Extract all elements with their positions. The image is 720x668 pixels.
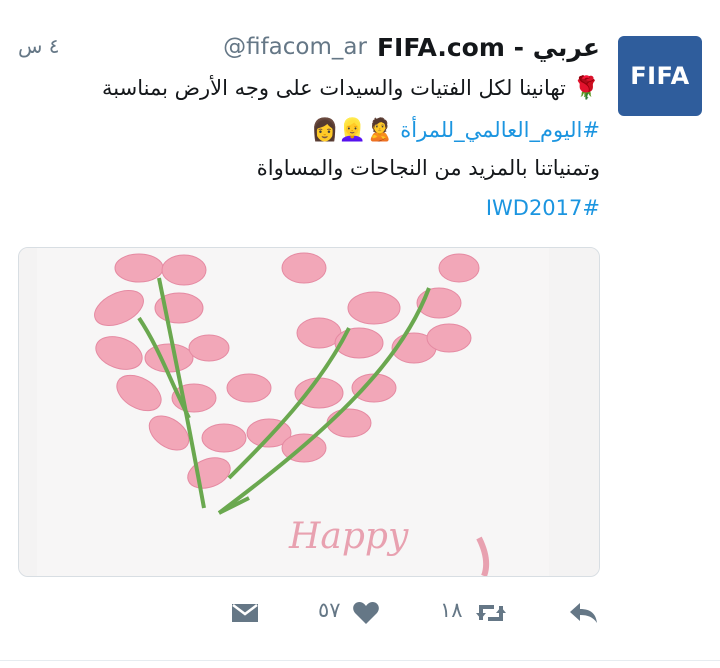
tweet-media-image[interactable]: Happy	[18, 247, 600, 577]
like-count: ٥٧	[318, 598, 341, 622]
women-emojis: 🙎👱‍♀️👩	[311, 118, 394, 143]
tweet-actions: ٥٧ ١٨	[0, 590, 720, 640]
tweet-text-line-2: #اليوم_العالمي_للمرأة 🙎👱‍♀️👩	[60, 110, 600, 151]
tweet[interactable]: ٤ س @fifacom_ar FIFA.com - عربي FIFA 🌹 ت…	[0, 0, 720, 668]
like-icon[interactable]	[352, 600, 380, 630]
tweet-text-line-3: وتمنياتنا بالمزيد من النجاحات والمساواة	[60, 148, 600, 188]
avatar[interactable]: FIFA	[618, 36, 702, 116]
direct-message-icon[interactable]	[230, 600, 260, 630]
tweet-header: @fifacom_ar FIFA.com - عربي	[223, 30, 600, 64]
divider	[0, 660, 720, 661]
tweet-text: وتمنياتنا بالمزيد من النجاحات والمساواة	[256, 156, 600, 180]
tweet-timestamp[interactable]: ٤ س	[18, 34, 60, 58]
hashtag-link[interactable]: #اليوم_العالمي_للمرأة	[400, 118, 600, 142]
retweet-icon[interactable]	[474, 600, 508, 630]
media-text: Happy	[288, 516, 409, 557]
user-display-name[interactable]: FIFA.com - عربي	[377, 33, 600, 62]
tweet-text-line-4: #IWD2017	[60, 188, 600, 228]
tweet-text: تهانينا لكل الفتيات والسيدات على وجه الأ…	[102, 76, 566, 100]
user-handle[interactable]: @fifacom_ar	[223, 34, 367, 60]
hashtag-link[interactable]: #IWD2017	[486, 196, 600, 220]
tweet-text-line-1: 🌹 تهانينا لكل الفتيات والسيدات على وجه ا…	[60, 68, 600, 109]
reply-icon[interactable]	[568, 600, 600, 630]
retweet-count: ١٨	[440, 598, 463, 622]
tulip-heart-image: Happy	[19, 248, 599, 576]
avatar-logo-text: FIFA	[630, 62, 690, 90]
rose-emoji: 🌹	[572, 76, 600, 101]
